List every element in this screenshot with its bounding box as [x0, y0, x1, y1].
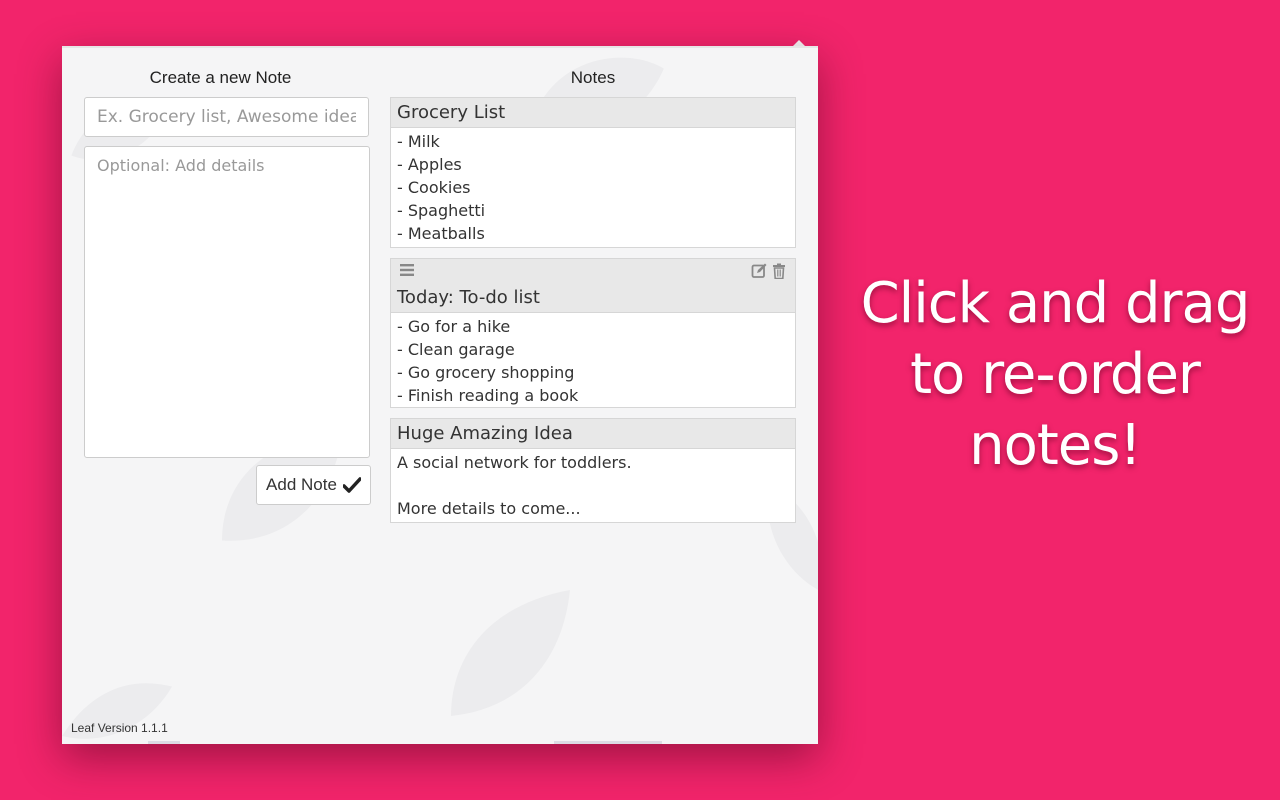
promo-caption: Click and drag to re-order notes!	[850, 268, 1260, 481]
promo-line: to re-order	[910, 342, 1201, 407]
note-header: Grocery List	[391, 98, 795, 128]
note-card[interactable]: Huge Amazing Idea A social network for t…	[390, 418, 796, 523]
note-card[interactable]: Grocery List - Milk - Apples - Cookies -…	[390, 97, 796, 248]
version-label: Leaf Version 1.1.1	[71, 721, 168, 735]
note-line: - Go grocery shopping	[397, 363, 575, 382]
note-line: - Go for a hike	[397, 317, 511, 336]
note-line: - Finish reading a book	[397, 386, 579, 405]
promo-line: Click and drag	[860, 271, 1251, 336]
drag-handle-icon[interactable]	[399, 263, 415, 277]
extension-popup: Create a new Note Add Note Notes Grocery…	[62, 46, 818, 744]
add-note-button-label: Add Note	[266, 475, 337, 494]
check-icon	[342, 477, 361, 493]
add-note-button[interactable]: Add Note	[256, 465, 371, 505]
note-body: - Go for a hike - Clean garage - Go groc…	[391, 313, 795, 410]
note-line: - Meatballs	[397, 224, 485, 243]
note-toolbar	[397, 259, 789, 283]
note-line: A social network for toddlers.	[397, 453, 632, 472]
note-title-input[interactable]	[84, 97, 369, 137]
note-title: Huge Amazing Idea	[397, 423, 573, 444]
note-line: - Apples	[397, 155, 462, 174]
divider	[148, 741, 180, 744]
note-header: Today: To-do list	[391, 259, 795, 313]
note-line: - Spaghetti	[397, 201, 486, 220]
note-card[interactable]: Today: To-do list - Go for a hike - Clea…	[390, 258, 796, 408]
note-title: Grocery List	[397, 102, 506, 123]
create-note-heading: Create a new Note	[149, 68, 292, 87]
note-body: - Milk - Apples - Cookies - Spaghetti - …	[391, 128, 795, 248]
divider	[554, 741, 662, 744]
note-line: - Clean garage	[397, 340, 515, 359]
note-line: More details to come...	[397, 499, 581, 518]
note-line: - Milk	[397, 132, 440, 151]
promo-line: notes!	[969, 413, 1142, 478]
note-line: - Cookies	[397, 178, 471, 197]
note-title: Today: To-do list	[397, 287, 540, 308]
notes-heading: Notes	[570, 68, 616, 87]
trash-icon[interactable]	[772, 263, 786, 279]
leaf-icon	[451, 590, 570, 716]
edit-icon[interactable]	[751, 263, 767, 279]
note-details-input[interactable]	[84, 146, 370, 458]
note-body: A social network for toddlers. More deta…	[391, 449, 795, 523]
note-header: Huge Amazing Idea	[391, 419, 795, 449]
note-line	[397, 474, 789, 497]
